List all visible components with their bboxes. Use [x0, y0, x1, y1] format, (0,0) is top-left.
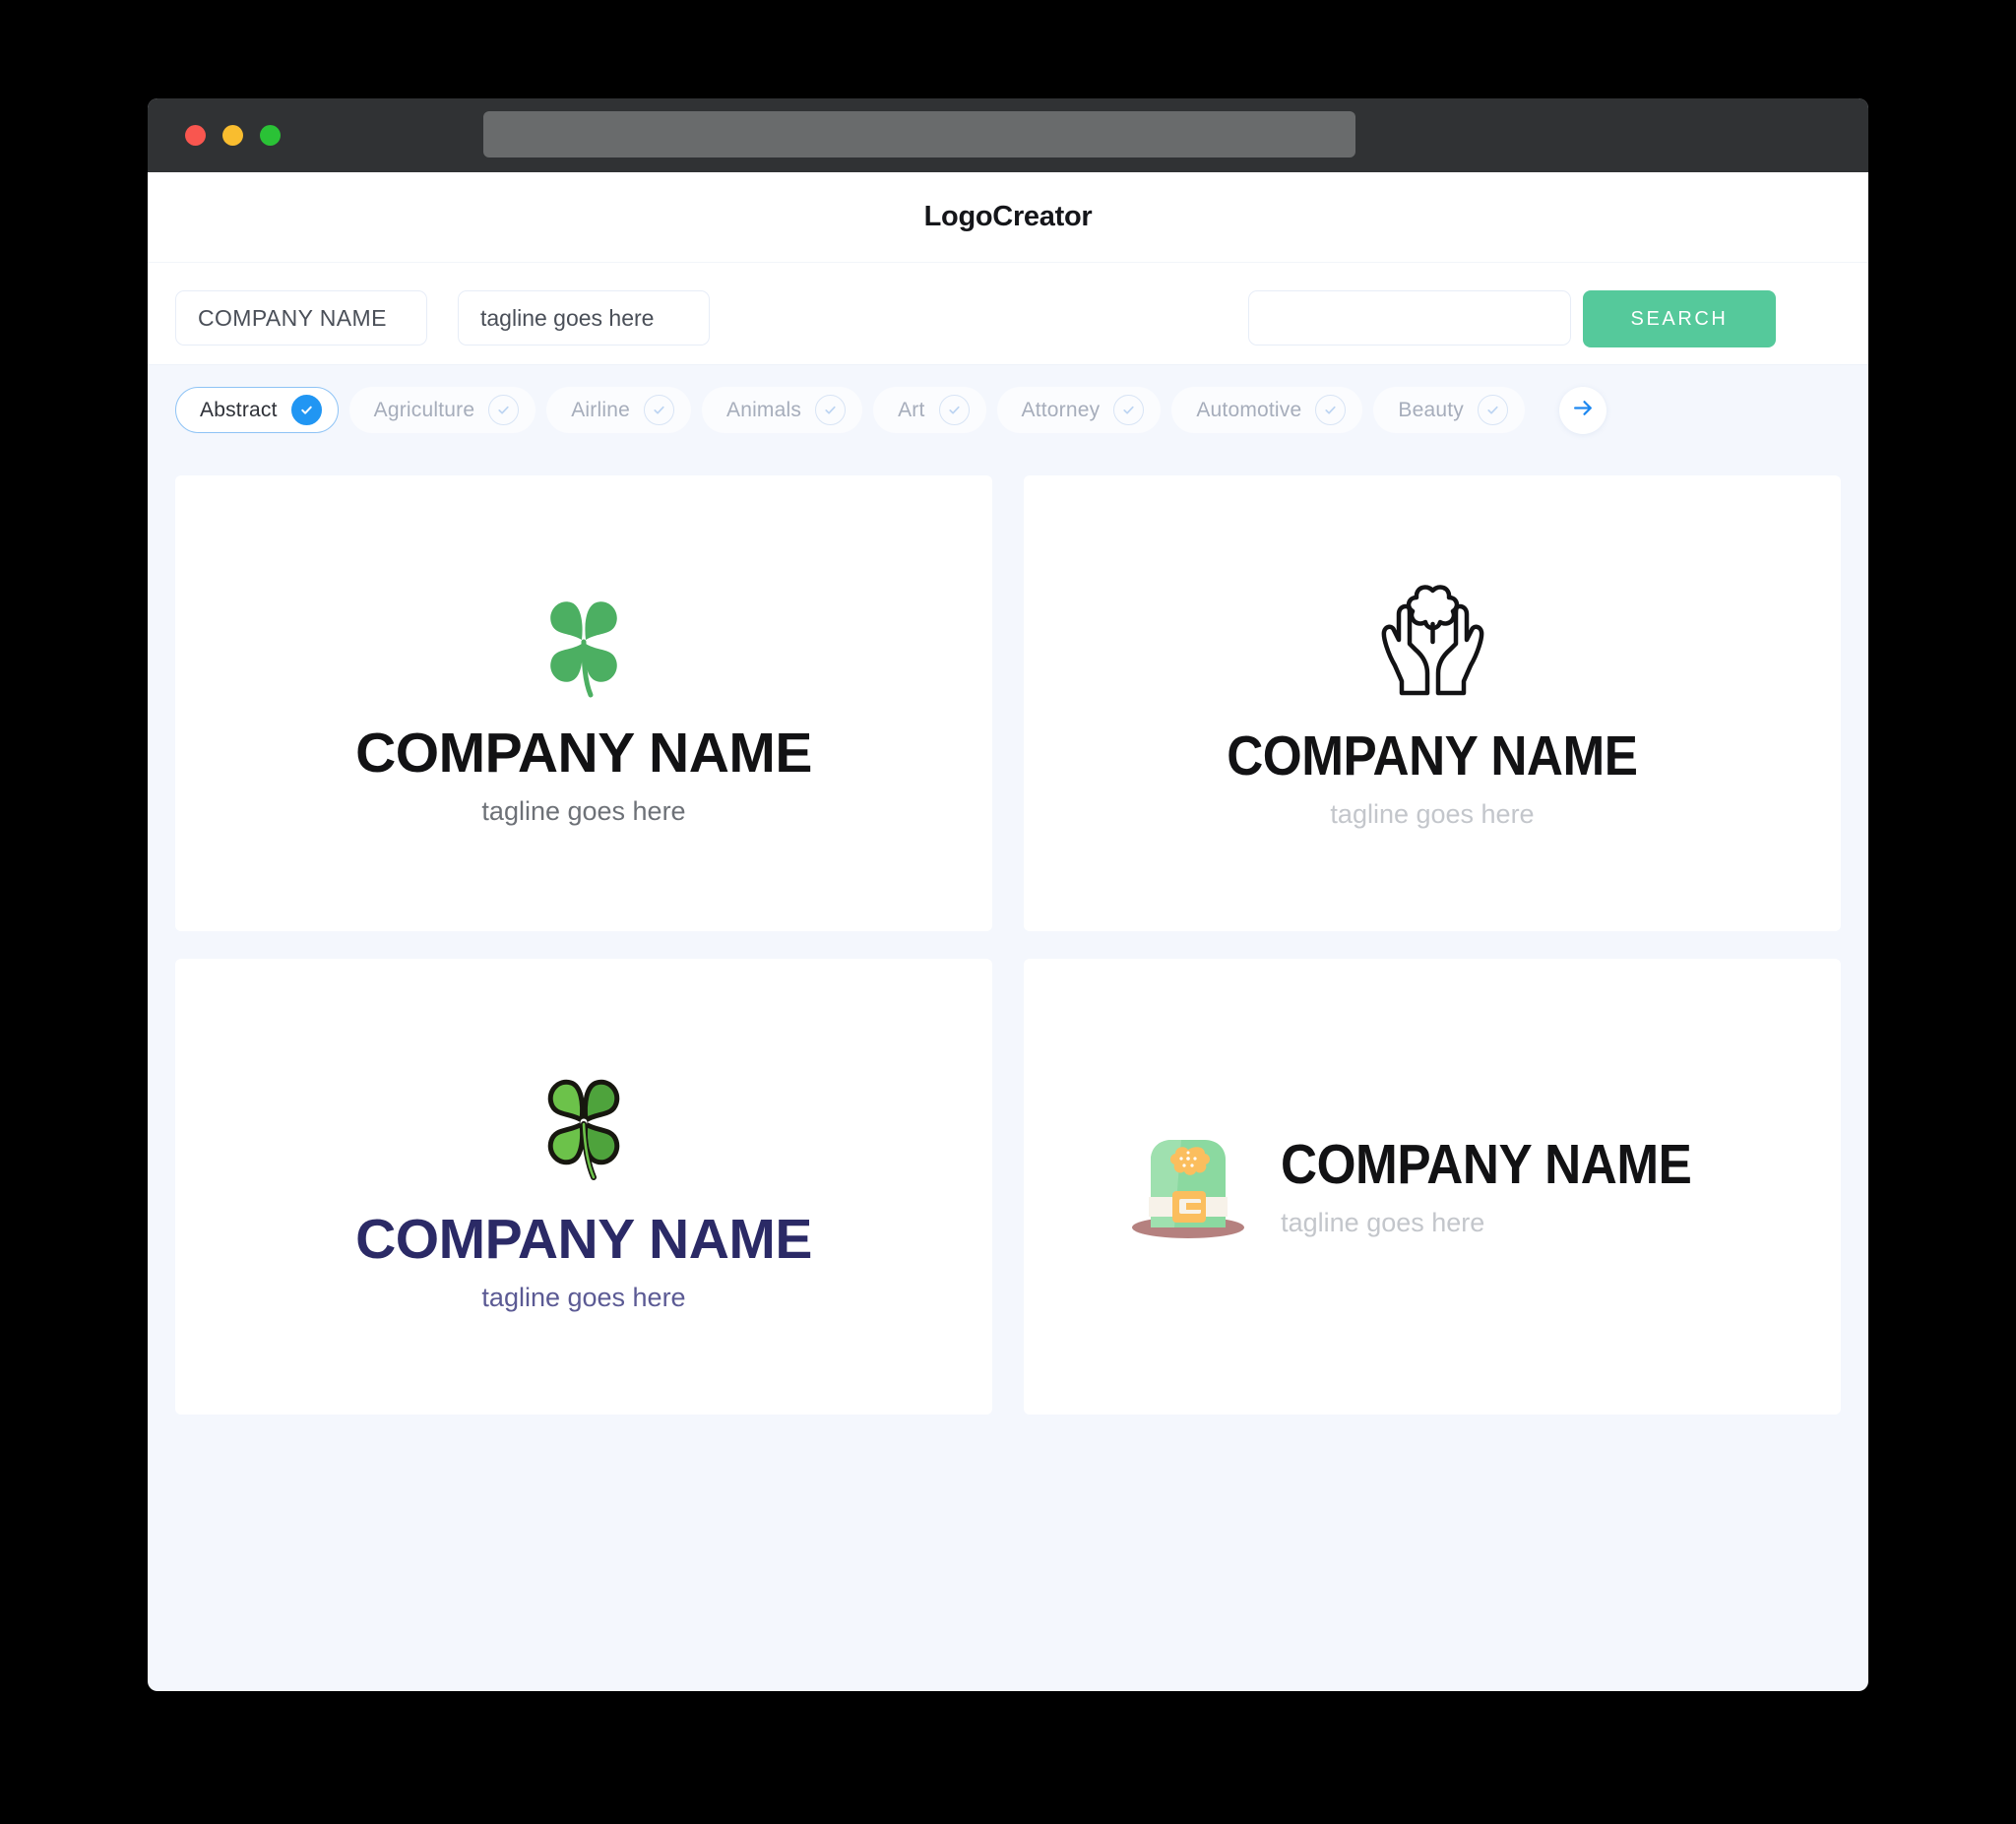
outlined-clover-icon [529, 1063, 639, 1190]
category-next-button[interactable] [1559, 387, 1606, 434]
category-chip-agriculture[interactable]: Agriculture [348, 387, 536, 433]
logo-company-name: COMPANY NAME [1281, 1133, 1692, 1196]
leprechaun-hat-icon [1127, 1126, 1249, 1247]
app-title: LogoCreator [923, 201, 1093, 232]
check-circle-icon [1315, 395, 1347, 425]
check-circle-icon [1113, 395, 1145, 425]
minimize-window-button[interactable] [222, 125, 243, 146]
window-controls [185, 125, 281, 146]
search-button[interactable]: SEARCH [1583, 290, 1776, 347]
category-chip-automotive[interactable]: Automotive [1171, 387, 1363, 433]
category-chip-beauty[interactable]: Beauty [1373, 387, 1525, 433]
logo-company-name: COMPANY NAME [355, 1207, 812, 1271]
logo-tagline: tagline goes here [481, 795, 686, 826]
check-circle-icon [815, 395, 847, 425]
category-chip-animals[interactable]: Animals [701, 387, 863, 433]
logo-company-name: COMPANY NAME [1227, 724, 1638, 787]
category-chip-label: Automotive [1196, 398, 1302, 421]
category-chip-label: Beauty [1398, 398, 1464, 421]
category-chip-label: Agriculture [373, 398, 475, 421]
logo-results-grid: COMPANY NAME tagline goes here COMPANY NAM… [148, 455, 1868, 1454]
company-name-input[interactable] [175, 290, 427, 346]
category-chip-attorney[interactable]: Attorney [996, 387, 1162, 433]
four-leaf-clover-icon [530, 583, 638, 704]
category-chip-label: Airline [571, 398, 630, 421]
check-circle-icon [290, 395, 322, 425]
logo-tagline: tagline goes here [1281, 1208, 1485, 1237]
keyword-input[interactable] [1248, 290, 1571, 346]
logo-card[interactable]: COMPANY NAME tagline goes here [1024, 959, 1841, 1415]
check-circle-icon [643, 395, 674, 425]
category-chip-label: Art [898, 398, 925, 421]
check-circle-icon [1477, 395, 1508, 425]
check-circle-icon [938, 395, 970, 425]
category-chip-abstract[interactable]: Abstract [175, 387, 339, 433]
maximize-window-button[interactable] [260, 125, 281, 146]
category-filter-bar: Abstract Agriculture Airline Animals Art Atto… [148, 365, 1868, 455]
category-chip-label: Abstract [200, 398, 278, 421]
close-window-button[interactable] [185, 125, 206, 146]
search-toolbar: SEARCH [148, 263, 1868, 365]
category-chip-label: Animals [725, 398, 802, 421]
logo-card[interactable]: COMPANY NAME tagline goes here [175, 475, 992, 931]
hands-holding-clover-icon [1366, 579, 1499, 707]
logo-company-name: COMPANY NAME [355, 721, 812, 785]
browser-window: LogoCreator SEARCH Abstract Agriculture Ai… [148, 98, 1868, 1691]
logo-card[interactable]: COMPANY NAME tagline goes here [1024, 475, 1841, 931]
category-chip-art[interactable]: Art [873, 387, 986, 433]
logo-tagline: tagline goes here [481, 1282, 686, 1312]
arrow-right-icon [1571, 396, 1596, 425]
category-chip-label: Attorney [1021, 398, 1101, 421]
logo-tagline: tagline goes here [1330, 799, 1535, 829]
tagline-input[interactable] [458, 290, 710, 346]
logo-card[interactable]: COMPANY NAME tagline goes here [175, 959, 992, 1415]
app-header: LogoCreator [148, 172, 1868, 263]
category-chip-airline[interactable]: Airline [546, 387, 691, 433]
check-circle-icon [488, 395, 520, 425]
browser-title-bar [148, 98, 1868, 172]
browser-url-bar[interactable] [483, 111, 1355, 157]
